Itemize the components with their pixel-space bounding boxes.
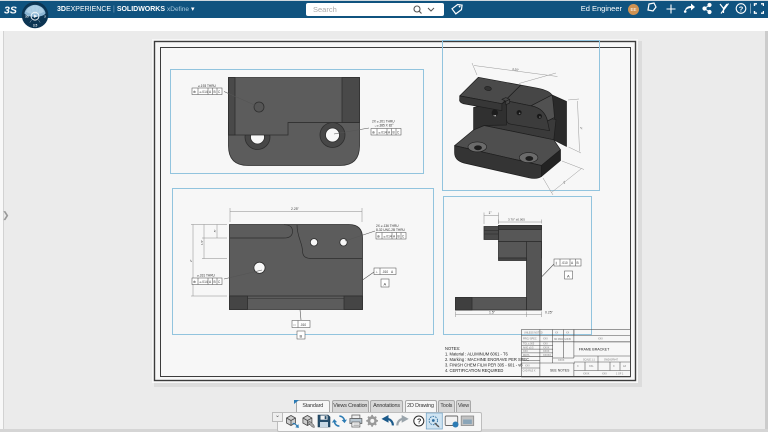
svg-text:3D DWG 12345: 3D DWG 12345 [554,338,572,341]
svg-text:2": 2" [189,259,193,262]
svg-text:⊕: ⊕ [193,90,196,94]
svg-text:XXL: XXL [589,365,594,368]
svg-text:XXXX: XXXX [543,350,550,353]
svg-text:⌀.014: ⌀.014 [200,280,208,284]
svg-text:□: □ [294,323,296,327]
svg-text:⌀.014: ⌀.014 [379,131,387,135]
svg-text:B: B [214,280,216,284]
svg-text:TOL ±.005: TOL ±.005 [523,343,535,346]
svg-text:XXX: XXX [598,338,603,341]
svg-text:XXX: XXX [602,373,607,376]
svg-text:XXXXX: XXXXX [543,354,551,357]
svg-text:⊥: ⊥ [376,270,379,274]
svg-text:⌀.193 THRU: ⌀.193 THRU [198,84,217,88]
svg-text:2": 2" [579,127,583,130]
svg-text:.010: .010 [382,270,388,274]
svg-text:0.25": 0.25" [545,310,554,314]
svg-text:A: A [384,282,387,287]
svg-text:1.5": 1.5" [489,310,496,314]
svg-text:⊕: ⊕ [372,131,375,135]
svg-text:B: B [214,90,216,94]
svg-text:.010: .010 [300,323,306,327]
svg-text:⌀.014: ⌀.014 [200,90,208,94]
svg-text:XXXX: XXXX [543,346,550,349]
svg-text:.010: .010 [562,261,568,265]
svg-text:XXX: XXX [543,343,548,346]
svg-text:B: B [398,235,400,239]
svg-text:3S: 3S [4,5,17,17]
svg-text:SCALE 1:1: SCALE 1:1 [583,358,595,361]
svg-text:2. Marking : MACHINE ENGRAVE P: 2. Marking : MACHINE ENGRAVE PER SPEC [445,357,529,362]
svg-text:8-32 UNC-2B THRU: 8-32 UNC-2B THRU [376,228,406,232]
svg-text:⊕: ⊕ [377,235,380,239]
svg-text:SEE NOTES: SEE NOTES [550,369,570,373]
svg-text:3.70" ±0.005: 3.70" ±0.005 [508,218,525,222]
svg-text:1.5": 1.5" [200,240,204,245]
svg-text:4. CERTIFICATION REQUIRED: 4. CERTIFICATION REQUIRED [445,368,503,373]
svg-text:PROJ SPEC: PROJ SPEC [523,338,537,341]
svg-text:⌀.331 THRU: ⌀.331 THRU [197,274,216,278]
svg-text:.5": .5" [213,229,217,233]
svg-text:2.25": 2.25" [291,207,300,211]
svg-text:3.5: 3.5 [33,23,38,27]
svg-text:ANG ±0.5: ANG ±0.5 [523,346,534,349]
svg-text:SWD-DFN47: SWD-DFN47 [604,358,619,361]
svg-text:⊕: ⊕ [193,280,196,284]
svg-text:NOTES:: NOTES: [445,346,460,351]
svg-text:XXX: XXX [543,338,548,341]
svg-text:⌄⌀.385 X 82°: ⌄⌀.385 X 82° [374,124,394,128]
svg-text:?: ? [417,417,421,426]
svg-text:UNLESS NOTED: UNLESS NOTED [524,332,543,335]
svg-text:1 OF 1: 1 OF 1 [616,373,624,376]
svg-text:XX: XX [566,332,570,335]
svg-text:XXXX: XXXX [558,359,565,362]
svg-text:CAD FILE X: CAD FILE X [523,370,536,373]
svg-text:FRAME BRACKET: FRAME BRACKET [579,348,610,352]
svg-text:B: B [300,334,303,339]
svg-text:A: A [567,274,570,279]
svg-text:B: B [577,261,579,265]
svg-text:XXX: XXX [523,350,528,353]
svg-text:XX: XX [555,332,559,335]
svg-text:⌀.014: ⌀.014 [384,235,392,239]
svg-text:3. FINISH CHEM FILM PER 305 -: 3. FINISH CHEM FILM PER 305 - 601 - v8 [445,363,523,368]
svg-text:B: B [393,131,395,135]
svg-text:MAT'L: MAT'L [523,354,530,357]
svg-text:1. Material : ALUMINUM 6061 -: 1. Material : ALUMINUM 6061 - T6 [445,352,508,357]
svg-text:?: ? [739,4,744,13]
svg-text:XXXX: XXXX [583,373,590,376]
svg-text:XXX: XXX [525,365,530,368]
